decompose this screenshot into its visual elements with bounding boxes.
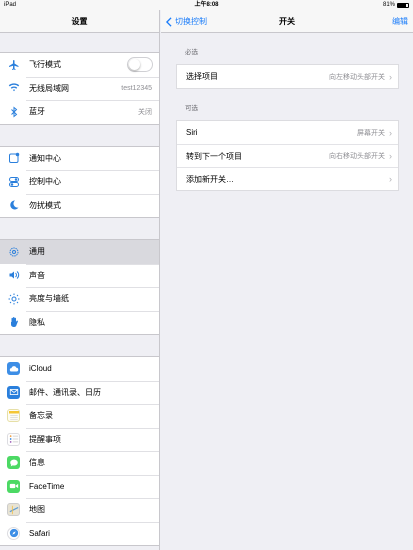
- sidebar-item-facetime[interactable]: FaceTime: [0, 474, 159, 499]
- airplane-mode-toggle[interactable]: [127, 57, 153, 73]
- reminders-icon: [7, 432, 20, 446]
- battery-percent: 81%: [382, 2, 395, 8]
- switch-row-next-item[interactable]: 转到下一个项目 向右移动头部开关 ›: [177, 144, 398, 167]
- sidebar-item-label: 飞行模式: [29, 60, 61, 70]
- do-not-disturb-icon: [7, 199, 20, 212]
- airplane-icon: [7, 58, 20, 71]
- chevron-right-icon: ›: [389, 174, 392, 184]
- status-bar: iPad 上午8:08 81%: [0, 0, 413, 10]
- sidebar-item-label: 提醒事项: [29, 434, 61, 444]
- sidebar-item-label: 亮度与墙纸: [29, 294, 69, 304]
- maps-icon: [7, 503, 20, 517]
- sidebar-item-wifi[interactable]: 无线局域网 test12345: [0, 76, 159, 101]
- sidebar-item-sounds[interactable]: 声音: [0, 263, 159, 288]
- edit-button[interactable]: 编辑: [392, 10, 408, 33]
- switch-row-value: 屏幕开关: [357, 129, 385, 137]
- sidebar-item-do-not-disturb[interactable]: 勿扰模式: [0, 193, 159, 218]
- section-header-optional: 可选: [185, 105, 198, 112]
- sidebar-item-label: iCloud: [29, 364, 52, 374]
- sidebar-item-maps[interactable]: 地图: [0, 498, 159, 522]
- sidebar-item-label: 无线局域网: [29, 83, 69, 93]
- sidebar-item-label: 地图: [29, 505, 45, 515]
- sidebar-item-safari[interactable]: Safari: [0, 521, 159, 546]
- sidebar-item-label: 控制中心: [29, 177, 61, 187]
- brightness-icon: [7, 292, 20, 305]
- messages-icon: [7, 456, 20, 470]
- settings-group-apps: iCloud 邮件、通讯录、日历 备忘录 提醒事项 信息 FaceTime 地图…: [0, 356, 159, 546]
- switch-row-label: 转到下一个项目: [186, 151, 242, 161]
- sidebar-item-reminders[interactable]: 提醒事项: [0, 427, 159, 452]
- bluetooth-status: 关闭: [138, 108, 152, 116]
- settings-group-general: 通用 声音 亮度与墙纸 隐私: [0, 239, 159, 335]
- switches-required-group: 选择项目 向左移动头部开关 ›: [176, 64, 399, 89]
- speaker-icon: [7, 269, 20, 282]
- wifi-icon: [7, 82, 20, 95]
- sidebar-title: 设置: [0, 10, 159, 33]
- sidebar-item-label: 通知中心: [29, 153, 61, 163]
- settings-group-notifications: 通知中心 控制中心 勿扰模式: [0, 145, 159, 218]
- detail-pane: 切换控制 开关 编辑 必选 选择项目 向左移动头部开关 › 可选 Siri 屏幕…: [161, 10, 413, 550]
- notes-icon: [7, 409, 20, 423]
- switch-row-value: 向右移动头部开关: [329, 153, 385, 160]
- settings-group-connectivity: 飞行模式 无线局域网 test12345 蓝牙 关闭: [0, 52, 159, 125]
- section-header-required: 必选: [185, 49, 198, 56]
- battery-indicator: 81%: [383, 0, 409, 10]
- hand-icon: [7, 316, 20, 329]
- sidebar-item-general[interactable]: 通用: [0, 240, 159, 264]
- sidebar-item-airplane-mode[interactable]: 飞行模式: [0, 53, 159, 77]
- sidebar-item-privacy[interactable]: 隐私: [0, 310, 159, 335]
- switch-row-label: Siri: [186, 128, 198, 137]
- sidebar-item-label: 备忘录: [29, 411, 53, 421]
- sidebar-item-label: 通用: [29, 247, 45, 257]
- sidebar-item-icloud[interactable]: iCloud: [0, 357, 159, 381]
- switch-row-select-item[interactable]: 选择项目 向左移动头部开关 ›: [177, 65, 398, 88]
- chevron-right-icon: ›: [389, 127, 392, 138]
- sidebar-item-notification-center[interactable]: 通知中心: [0, 147, 159, 171]
- control-center-icon: [7, 175, 20, 188]
- mail-icon: [7, 385, 20, 399]
- sidebar-item-brightness-wallpaper[interactable]: 亮度与墙纸: [0, 287, 159, 311]
- facetime-icon: [7, 479, 20, 493]
- sidebar-item-label: Safari: [29, 528, 50, 538]
- switch-row-label: 选择项目: [186, 72, 218, 81]
- sidebar-item-notes[interactable]: 备忘录: [0, 404, 159, 428]
- chevron-right-icon: ›: [389, 71, 392, 82]
- switches-optional-group: Siri 屏幕开关 › 转到下一个项目 向右移动头部开关 › 添加新开关… ›: [176, 120, 399, 191]
- sidebar-item-label: 蓝牙: [29, 107, 45, 117]
- sidebar-item-messages[interactable]: 信息: [0, 451, 159, 475]
- wifi-network-name: test12345: [121, 84, 152, 92]
- bluetooth-icon: [7, 105, 20, 118]
- sidebar-item-label: 信息: [29, 458, 45, 468]
- sidebar-item-label: FaceTime: [29, 481, 65, 491]
- sidebar-item-control-center[interactable]: 控制中心: [0, 170, 159, 194]
- switch-row-add-new[interactable]: 添加新开关… ›: [177, 167, 398, 190]
- page-title: 开关: [279, 17, 295, 26]
- gear-icon: [7, 245, 20, 258]
- chevron-right-icon: ›: [389, 151, 392, 161]
- battery-icon: [397, 2, 409, 8]
- switch-row-siri[interactable]: Siri 屏幕开关 ›: [177, 121, 398, 144]
- detail-navigation-bar: 切换控制 开关 编辑: [161, 10, 413, 33]
- sidebar-item-label: 隐私: [29, 317, 45, 327]
- sidebar-item-bluetooth[interactable]: 蓝牙 关闭: [0, 100, 159, 124]
- status-time: 上午8:08: [194, 2, 219, 8]
- settings-sidebar: 设置 飞行模式 无线局域网 test12345 蓝牙 关闭 通知中心 控制中心 …: [0, 10, 160, 550]
- switch-row-label: 添加新开关…: [186, 174, 234, 184]
- sidebar-item-label: 邮件、通讯录、日历: [29, 387, 101, 397]
- sidebar-item-label: 勿扰模式: [29, 200, 61, 210]
- notification-center-icon: [7, 152, 20, 165]
- sidebar-item-mail-contacts-calendars[interactable]: 邮件、通讯录、日历: [0, 380, 159, 405]
- switch-row-value: 向左移动头部开关: [329, 73, 385, 81]
- safari-icon: [7, 526, 20, 540]
- icloud-icon: [7, 362, 20, 376]
- sidebar-item-label: 声音: [29, 270, 45, 280]
